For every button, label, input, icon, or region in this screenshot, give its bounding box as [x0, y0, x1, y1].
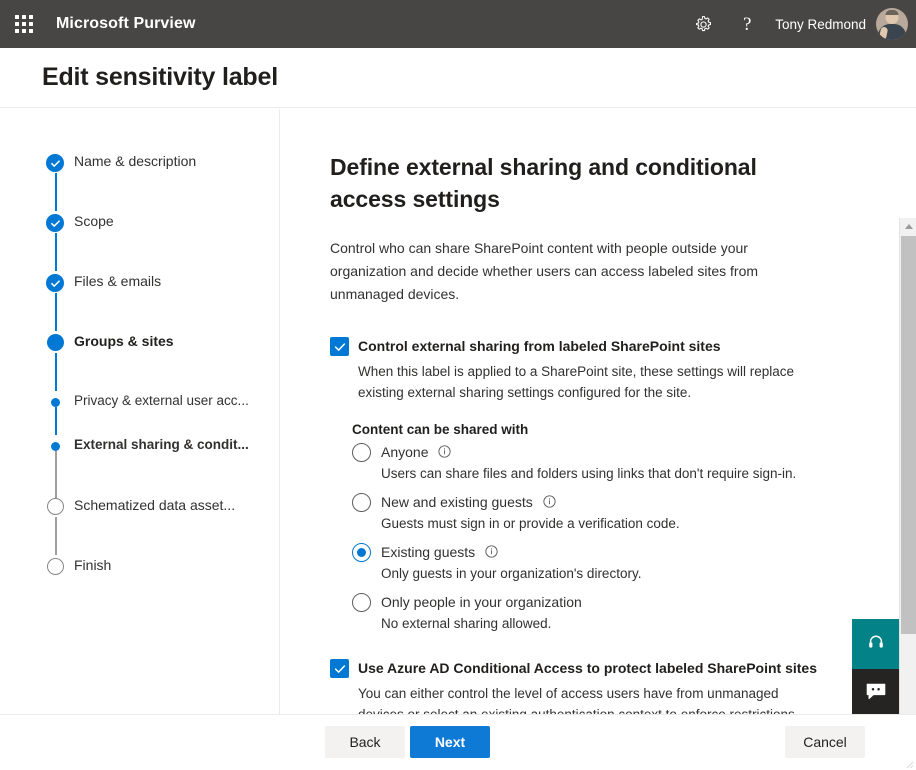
sidebar-item-schematized-data-assets[interactable]: Schematized data asset... [0, 495, 279, 555]
radio-label[interactable]: New and existing guests [381, 493, 556, 512]
conditional-access-section: Use Azure AD Conditional Access to prote… [330, 658, 865, 714]
radio-option-only-people-in-org[interactable]: Only people in your organization No exte… [352, 593, 865, 634]
radio-new-existing-guests[interactable] [352, 493, 371, 512]
chevron-up-icon [904, 224, 913, 229]
sidebar-item-label: External sharing & condit... [74, 437, 249, 452]
radio-label[interactable]: Anyone [381, 443, 452, 462]
content-shared-with-heading: Content can be shared with [352, 422, 529, 437]
step-connector [54, 293, 57, 331]
checkbox-description: You can either control the level of acce… [358, 686, 798, 714]
sidebar-item-label: Name & description [74, 153, 197, 169]
avatar[interactable] [876, 8, 908, 40]
page-title-bar: Edit sensitivity label [0, 48, 916, 108]
sidebar-item-finish[interactable]: Finish [0, 555, 279, 615]
radio-label-text: Existing guests [381, 544, 476, 560]
sidebar-item-label: Files & emails [74, 273, 162, 289]
external-sharing-section: Control external sharing from labeled Sh… [330, 336, 865, 634]
gear-icon [694, 15, 713, 34]
sidebar-item-groups-sites[interactable]: Groups & sites [0, 331, 279, 391]
brand-title[interactable]: Microsoft Purview [56, 15, 196, 33]
checkbox-control-external-sharing[interactable] [330, 337, 349, 356]
sidebar-item-label: Schematized data asset... [74, 497, 236, 513]
radio-label-text: Only people in your organization [381, 594, 582, 610]
step-connector [54, 173, 57, 211]
scroll-up-button[interactable] [900, 218, 916, 235]
checkbox-label[interactable]: Control external sharing from labeled Sh… [358, 336, 721, 356]
radio-option-new-existing-guests[interactable]: New and existing guests Guests must sign… [352, 493, 865, 534]
radio-option-existing-guests[interactable]: Existing guests Only guests in your orga… [352, 543, 865, 584]
step-connector [54, 407, 57, 435]
main-heading: Define external sharing and conditional … [330, 154, 757, 212]
next-button[interactable]: Next [410, 726, 490, 758]
radio-label[interactable]: Existing guests [381, 543, 498, 562]
cancel-button[interactable]: Cancel [785, 726, 865, 758]
info-icon[interactable] [543, 495, 556, 508]
scrollbar-thumb[interactable] [901, 236, 916, 634]
step-bullet-done [46, 274, 64, 292]
feedback-widget-button[interactable] [852, 669, 899, 719]
info-icon[interactable] [438, 445, 452, 458]
radio-label[interactable]: Only people in your organization [381, 593, 582, 612]
help-widget-button[interactable] [852, 619, 899, 669]
avatar-hair [885, 10, 899, 15]
step-connector [54, 451, 57, 499]
wizard-footer: Back Next Cancel [0, 714, 916, 770]
checkbox-label[interactable]: Use Azure AD Conditional Access to prote… [358, 658, 817, 678]
radio-label-text: New and existing guests [381, 494, 533, 510]
sidebar-item-scope[interactable]: Scope [0, 211, 279, 271]
checkbox-use-conditional-access[interactable] [330, 659, 349, 678]
sidebar-item-label: Scope [74, 213, 114, 229]
step-bullet-done [46, 154, 64, 172]
radio-label-text: Anyone [381, 444, 429, 460]
sidebar-item-external-sharing-conditional-access[interactable]: External sharing & condit... [0, 435, 279, 499]
feedback-chat-icon [865, 682, 887, 707]
step-connector [54, 517, 57, 555]
radio-option-anyone[interactable]: Anyone Users can share files and folders… [352, 443, 865, 484]
vertical-scrollbar[interactable] [899, 218, 916, 770]
control-external-sharing-row[interactable]: Control external sharing from labeled Sh… [330, 336, 865, 356]
sidebar-item-name-description[interactable]: Name & description [0, 151, 279, 211]
step-bullet-pending [46, 558, 64, 576]
sidebar-item-label: Groups & sites [74, 333, 174, 349]
radio-anyone[interactable] [352, 443, 371, 462]
radio-existing-guests[interactable] [352, 543, 371, 562]
main-content: Define external sharing and conditional … [281, 109, 895, 714]
app-launcher-button[interactable] [0, 0, 48, 48]
step-connector [54, 233, 57, 271]
headset-icon [866, 632, 886, 657]
use-conditional-access-row[interactable]: Use Azure AD Conditional Access to prote… [330, 658, 865, 678]
help-button[interactable]: ? [725, 0, 769, 48]
sidebar-item-label: Finish [74, 557, 112, 573]
app-root: Microsoft Purview ? Tony Redmond Edit se… [0, 0, 916, 770]
radio-only-people-in-org[interactable] [352, 593, 371, 612]
radio-description: No external sharing allowed. [381, 616, 552, 631]
info-icon[interactable] [485, 545, 498, 558]
sidebar-item-files-emails[interactable]: Files & emails [0, 271, 279, 331]
radio-description: Guests must sign in or provide a verific… [381, 516, 680, 531]
settings-button[interactable] [681, 0, 725, 48]
suite-header: Microsoft Purview ? Tony Redmond [0, 0, 916, 48]
wizard-steps: Name & description Scope Files & emails … [0, 109, 280, 714]
question-mark-icon: ? [742, 13, 752, 35]
step-bullet-done [46, 214, 64, 232]
waffle-icon [15, 15, 33, 33]
step-bullet-pending [46, 498, 64, 516]
sharing-radio-group: Anyone Users can share files and folders… [352, 443, 865, 634]
page-title: Edit sensitivity label [42, 63, 278, 91]
radio-description: Only guests in your organization's direc… [381, 566, 642, 581]
intro-paragraph: Control who can share SharePoint content… [330, 240, 759, 302]
step-bullet-current [46, 334, 64, 352]
radio-description: Users can share files and folders using … [381, 466, 797, 481]
sidebar-item-label: Privacy & external user acc... [74, 393, 249, 408]
user-name[interactable]: Tony Redmond [775, 17, 866, 32]
suite-header-actions: ? Tony Redmond [681, 0, 916, 48]
sidebar-item-privacy-external-user-access[interactable]: Privacy & external user acc... [0, 391, 279, 435]
back-button[interactable]: Back [325, 726, 405, 758]
resize-grip-icon[interactable] [902, 756, 914, 769]
body-area: Name & description Scope Files & emails … [0, 109, 916, 770]
checkbox-description: When this label is applied to a SharePoi… [358, 364, 794, 400]
step-connector [54, 353, 57, 391]
